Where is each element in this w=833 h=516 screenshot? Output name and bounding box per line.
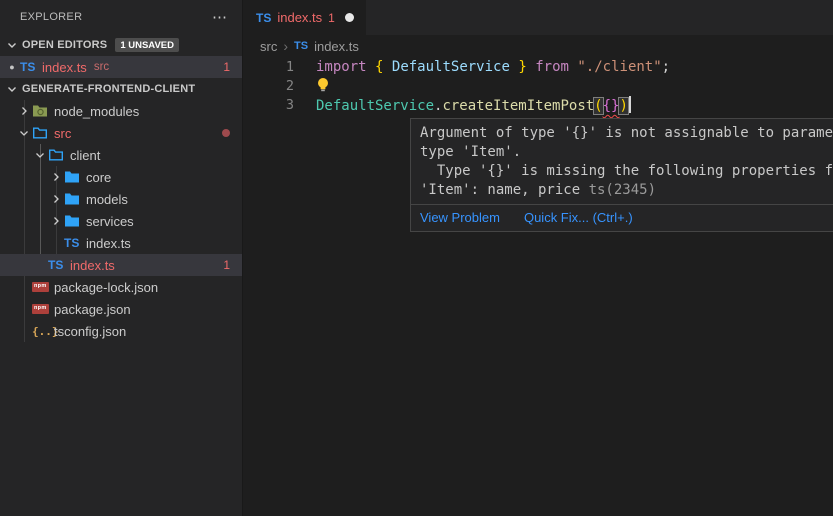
tree-item-package-lock-json[interactable]: npmpackage-lock.json [0,276,242,298]
open-editor-description: src [94,61,109,73]
vscode-window: EXPLORER ⋯ OPEN EDITORS 1 UNSAVED ● TS i… [0,0,833,516]
tree-item-label: services [86,214,134,229]
tree-item-core[interactable]: core [0,166,242,188]
unsaved-badge: 1 UNSAVED [115,38,179,52]
tree-item-package-json[interactable]: npmpackage.json [0,298,242,320]
tree-item-label: index.ts [70,258,115,273]
code-line-2[interactable]: 2 [244,77,833,96]
tree-item-node-modules[interactable]: node_modules [0,100,242,122]
tree-item-label: src [54,126,71,141]
more-actions-icon[interactable]: ⋯ [212,8,228,26]
project-name-label: GENERATE-FRONTEND-CLIENT [22,83,195,95]
tree-item-index-ts[interactable]: TSindex.ts [0,232,242,254]
tab-index-ts[interactable]: TS index.ts 1 [244,0,366,35]
error-message-line: Type '{}' is missing the following prope… [420,162,833,181]
tree-item-label: package.json [54,302,131,317]
open-editor-filename: index.ts [42,60,87,75]
chevron-right-icon[interactable] [48,191,64,207]
tree-item-label: client [70,148,100,163]
npm-icon: npm [32,304,54,314]
open-editor-item-index-ts[interactable]: ● TS index.ts src 1 [0,56,242,78]
tab-filename: index.ts [277,10,322,25]
tree-item-label: tsconfig.json [54,324,126,339]
typescript-icon: TS [294,40,308,52]
chevron-down-icon[interactable] [32,147,48,163]
json-braces-icon: {..} [32,325,54,338]
explorer-header: EXPLORER ⋯ [0,0,242,34]
tree-item-services[interactable]: services [0,210,242,232]
chevron-right-icon[interactable] [48,213,64,229]
editor-area: TS index.ts 1 src › TS index.ts 1import … [244,0,833,516]
node-modules-folder-icon [32,104,54,118]
unsaved-dot-icon[interactable] [345,13,354,22]
chevron-down-icon[interactable] [4,81,20,97]
lightbulb-icon[interactable] [316,77,330,93]
tree-item-models[interactable]: models [0,188,242,210]
hover-actions: View Problem Quick Fix... (Ctrl+.) [411,204,833,231]
breadcrumb-folder[interactable]: src [260,39,277,54]
tree-item-client[interactable]: client [0,144,242,166]
code-line-3[interactable]: 3DefaultService.createItemItemPost({}) [244,96,833,115]
error-code-ref: ts(2345) [589,182,656,198]
open-editors-label: OPEN EDITORS [22,39,107,51]
folder-open-icon [32,126,54,140]
tree-item-src[interactable]: src [0,122,242,144]
chevron-down-icon[interactable] [4,37,20,53]
view-problem-link[interactable]: View Problem [420,210,500,225]
tree-item-label: node_modules [54,104,139,119]
error-count-badge: 1 [223,60,230,74]
open-editors-section-header[interactable]: OPEN EDITORS 1 UNSAVED [0,34,242,56]
chevron-right-icon[interactable] [48,169,64,185]
text-cursor [629,96,631,113]
project-section-header[interactable]: GENERATE-FRONTEND-CLIENT [0,78,242,100]
tree-item-label: core [86,170,111,185]
twisty-spacer [48,235,64,251]
error-count-badge: 1 [223,258,230,272]
chevron-right-icon: › [283,38,288,54]
typescript-icon: TS [256,11,271,25]
explorer-title: EXPLORER [20,11,212,23]
quick-fix-link[interactable]: Quick Fix... (Ctrl+.) [524,210,633,225]
error-message-line: type 'Item'. [420,143,833,162]
explorer-sidebar: EXPLORER ⋯ OPEN EDITORS 1 UNSAVED ● TS i… [0,0,243,516]
breadcrumb-file[interactable]: index.ts [314,39,359,54]
line-number: 3 [244,96,316,115]
tree-item-tsconfig-json[interactable]: {..}tsconfig.json [0,320,242,342]
twisty-spacer [16,323,32,339]
modified-dot-icon: ● [4,62,20,72]
typescript-icon: TS [20,60,42,74]
typescript-icon: TS [48,258,70,272]
error-dot-icon [222,129,230,137]
folder-icon [64,192,86,206]
code-line-1[interactable]: 1import { DefaultService } from "./clien… [244,58,833,77]
tree-item-label: index.ts [86,236,131,251]
twisty-spacer [16,279,32,295]
error-message: Argument of type '{}' is not assignable … [411,119,833,204]
tree-item-label: package-lock.json [54,280,158,295]
folder-icon [64,214,86,228]
error-hover-tooltip: Argument of type '{}' is not assignable … [410,118,833,232]
code-editor[interactable]: 1import { DefaultService } from "./clien… [244,57,833,115]
error-message-line: 'Item': name, price ts(2345) [420,181,833,200]
line-number: 1 [244,58,316,77]
typescript-icon: TS [64,236,86,250]
twisty-spacer [16,301,32,317]
tab-error-count: 1 [328,11,335,25]
file-tree: node_modulessrcclientcoremodelsservicesT… [0,100,242,342]
line-number: 2 [244,77,316,96]
chevron-right-icon[interactable] [16,103,32,119]
tab-bar: TS index.ts 1 [244,0,833,35]
chevron-down-icon[interactable] [16,125,32,141]
tree-item-label: models [86,192,128,207]
twisty-spacer [32,257,48,273]
error-message-line: Argument of type '{}' is not assignable … [420,124,833,143]
tree-item-index-ts[interactable]: TSindex.ts 1 [0,254,242,276]
folder-open-icon [48,148,70,162]
npm-icon: npm [32,282,54,292]
folder-icon [64,170,86,184]
breadcrumb: src › TS index.ts [244,35,833,57]
